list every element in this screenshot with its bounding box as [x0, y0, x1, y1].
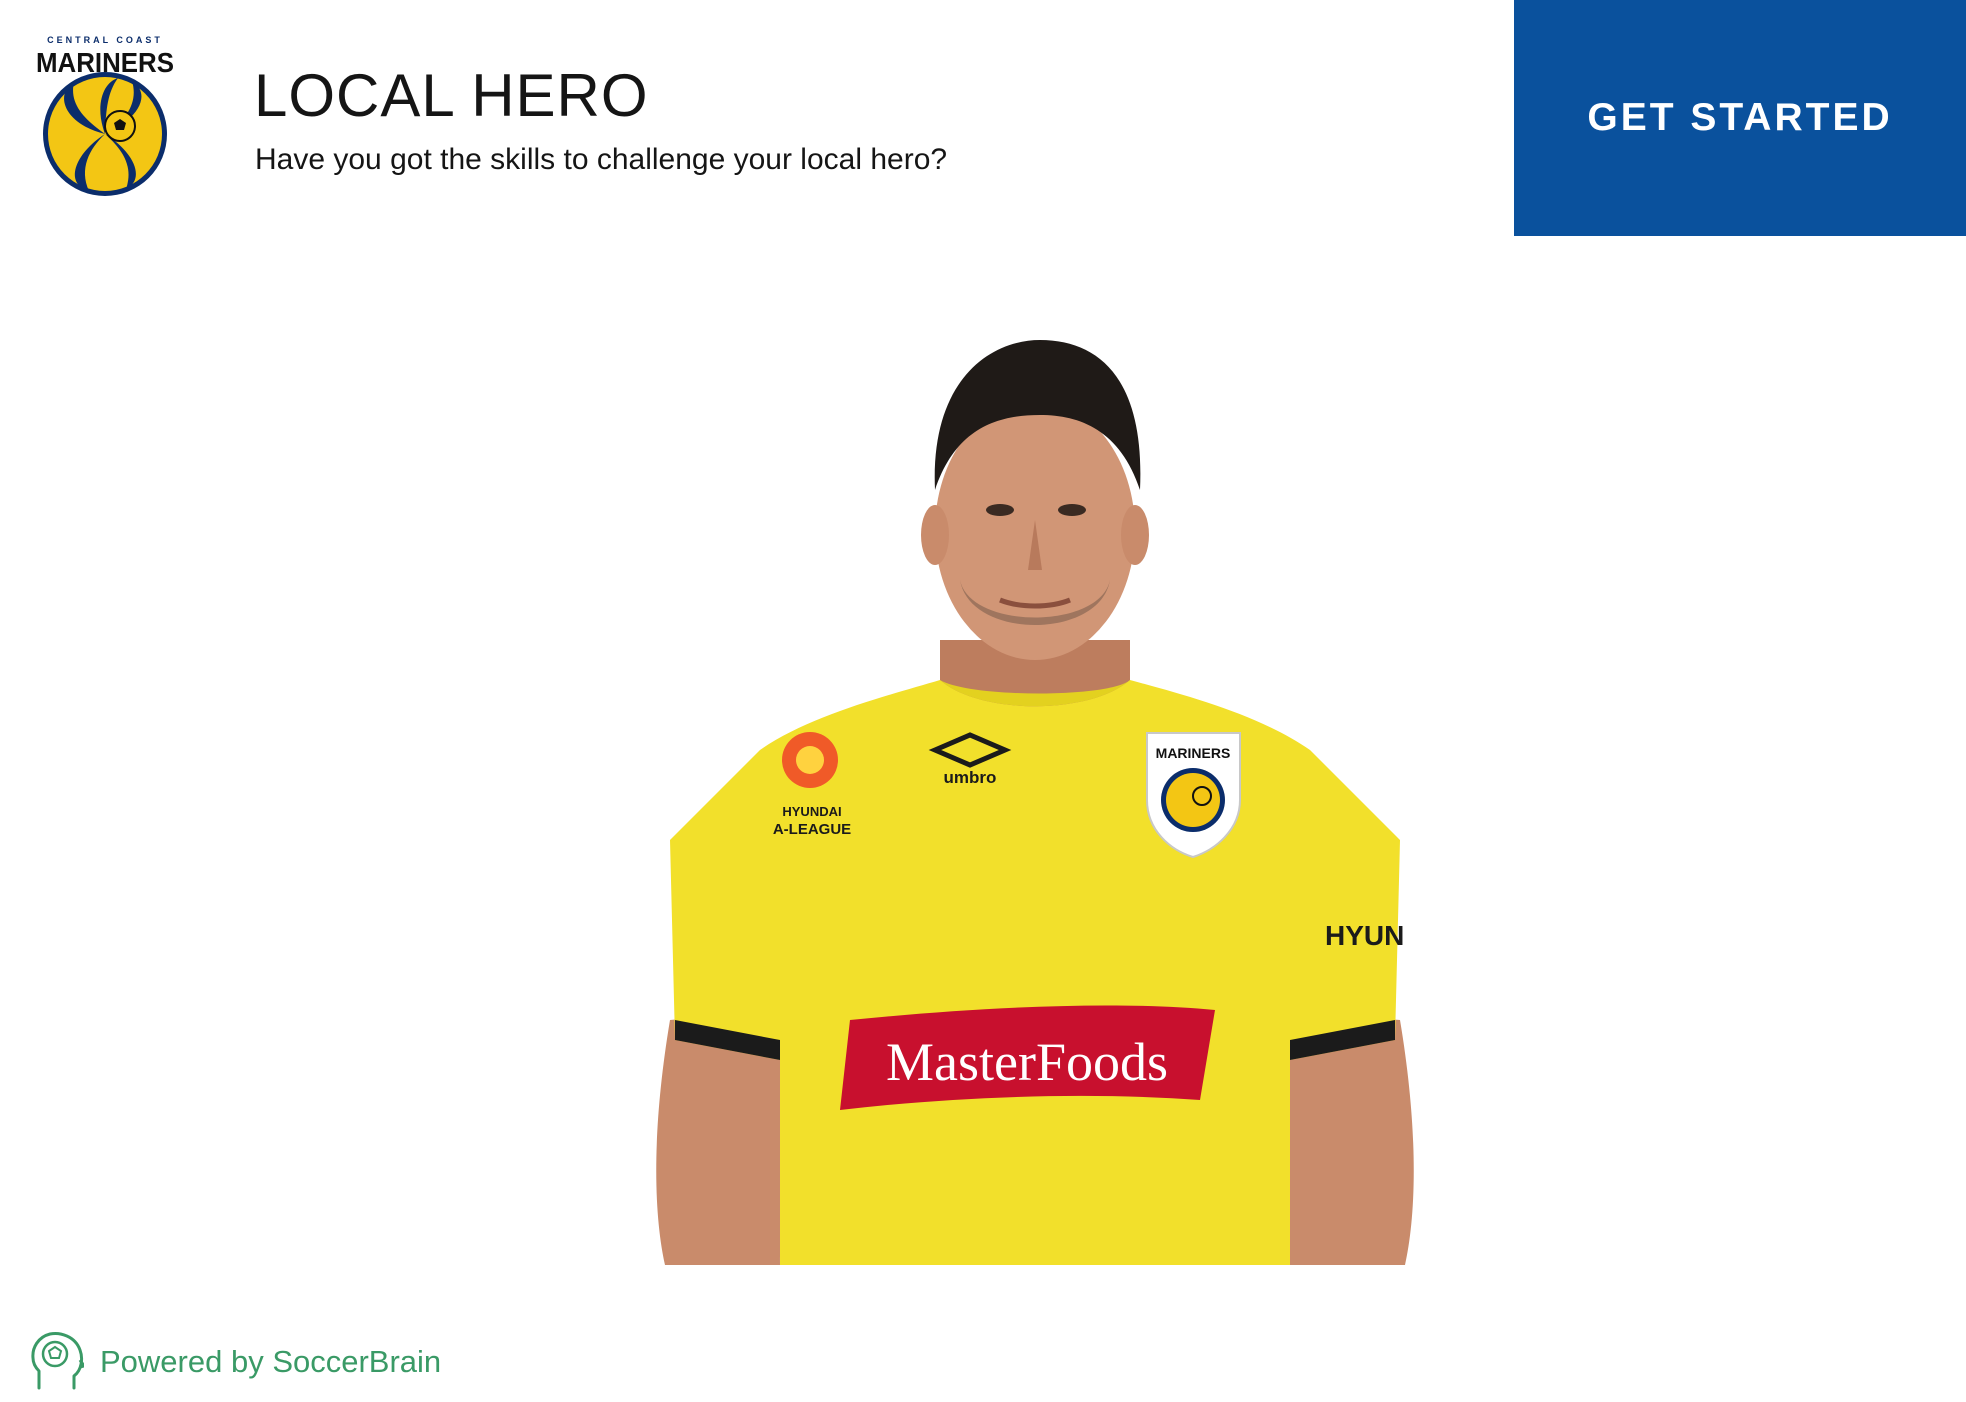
page-subtitle: Have you got the skills to challenge you…: [255, 143, 948, 176]
logo-top-text: CENTRAL COAST: [47, 35, 163, 45]
league-badge-line2: A-LEAGUE: [773, 821, 851, 838]
mariners-logo: CENTRAL COAST MARINERS: [36, 35, 174, 196]
brain-head-icon: [31, 1332, 84, 1390]
page-title: LOCAL HERO: [254, 62, 649, 129]
player-photo: umbro HYUNDAI A-LEAGUE MARINERS HYUN Mas…: [656, 340, 1414, 1265]
get-started-button[interactable]: GET STARTED: [1514, 0, 1966, 236]
sleeve-sponsor-text: HYUN: [1325, 920, 1404, 951]
powered-by-label[interactable]: Powered by SoccerBrain: [100, 1344, 441, 1380]
kit-brand-text: umbro: [944, 768, 997, 787]
powered-by-footer[interactable]: Powered by SoccerBrain: [30, 1330, 441, 1394]
league-badge-line1: HYUNDAI: [782, 804, 841, 819]
shirt-sponsor-text: MasterFoods: [886, 1032, 1168, 1092]
crest-text: MARINERS: [1156, 745, 1231, 761]
